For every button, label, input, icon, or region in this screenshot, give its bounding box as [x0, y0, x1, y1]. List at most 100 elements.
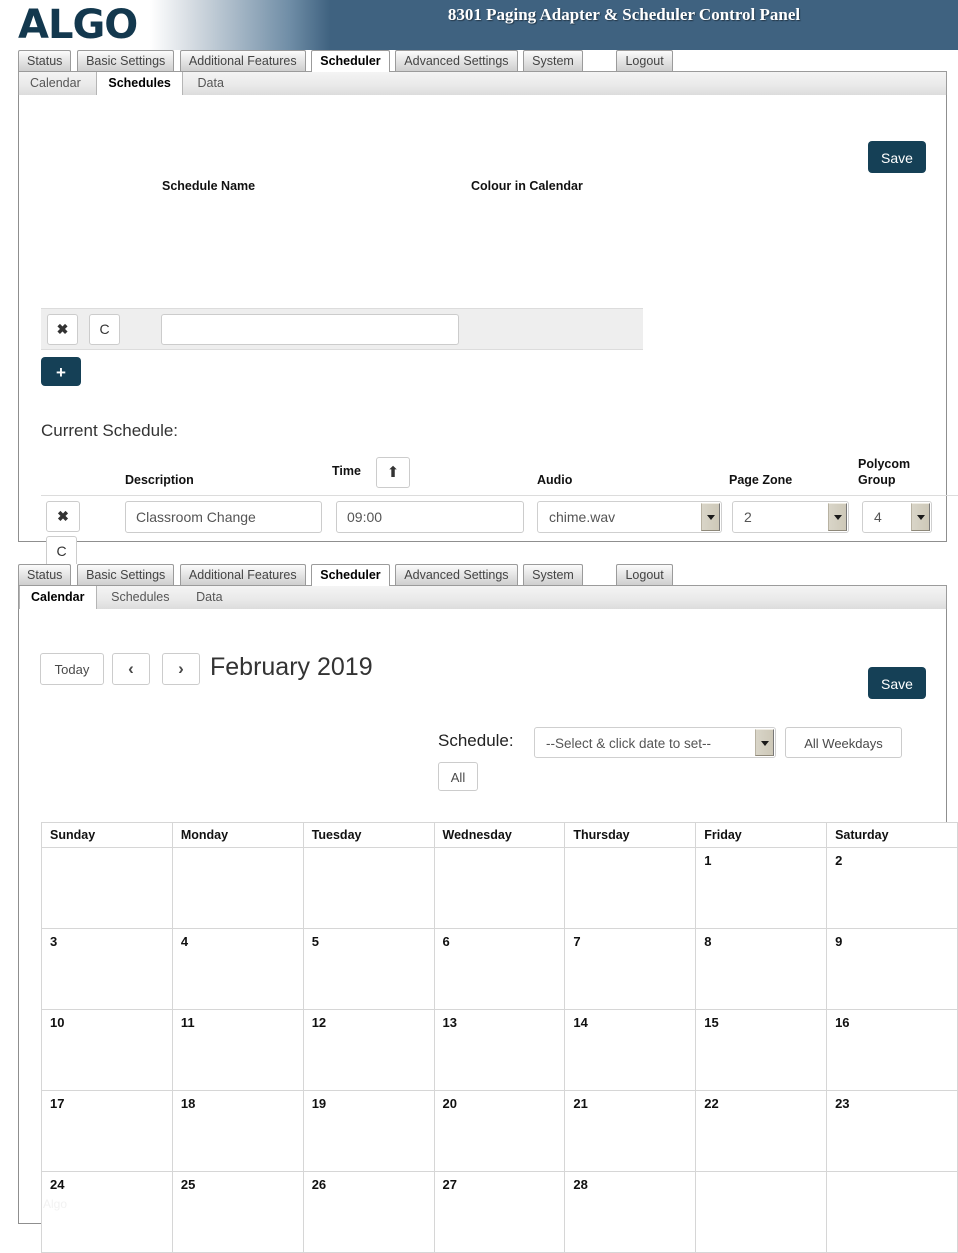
table-divider-top	[41, 495, 958, 496]
tab-basic-settings[interactable]: Basic Settings	[77, 50, 174, 71]
delete-schedule-icon[interactable]: ✖	[47, 314, 78, 345]
day-header-wednesday: Wednesday	[434, 823, 565, 848]
subtab-calendar-1[interactable]: Calendar	[19, 72, 93, 95]
schedule-name-input[interactable]	[161, 314, 459, 345]
column-header-time: Time	[332, 464, 361, 478]
calendar-day-cell[interactable]: 10	[42, 1010, 173, 1091]
calendar-day-cell[interactable]: 27	[434, 1172, 565, 1253]
subtab-schedules-1[interactable]: Schedules	[96, 72, 183, 95]
tab-system-2[interactable]: System	[523, 564, 583, 585]
all-weekdays-button[interactable]: All Weekdays	[785, 727, 902, 758]
tab-advanced-settings-2[interactable]: Advanced Settings	[395, 564, 517, 585]
tab-logout[interactable]: Logout	[616, 50, 672, 71]
calendar-day-cell[interactable]: 22	[696, 1091, 827, 1172]
subtab-schedules-2[interactable]: Schedules	[100, 586, 181, 609]
calendar-day-cell[interactable]: 5	[303, 929, 434, 1010]
copy-entry-button[interactable]: C	[46, 536, 77, 567]
calendar-day-cell[interactable]: 14	[565, 1010, 696, 1091]
chevron-down-icon[interactable]	[701, 503, 720, 531]
calendar-day-cell[interactable]: 20	[434, 1091, 565, 1172]
day-header-monday: Monday	[172, 823, 303, 848]
tab-system[interactable]: System	[523, 50, 583, 71]
calendar-day-cell[interactable]	[827, 1172, 958, 1253]
save-button-schedules[interactable]: Save	[868, 141, 926, 173]
copy-schedule-button[interactable]: C	[89, 314, 120, 345]
save-button-calendar[interactable]: Save	[868, 667, 926, 699]
today-button[interactable]: Today	[40, 653, 104, 685]
entry-audio-select[interactable]: chime.wav	[537, 501, 722, 533]
entry-polycom-group-select[interactable]: 4	[862, 501, 932, 533]
schedule-picker-select[interactable]: --Select & click date to set--	[534, 727, 776, 758]
all-button[interactable]: All	[438, 762, 478, 791]
column-header-schedule-name: Schedule Name	[162, 179, 255, 193]
tab-additional-features[interactable]: Additional Features	[180, 50, 306, 71]
tab-status-2[interactable]: Status	[18, 564, 71, 585]
calendar-week-row: 1 2	[42, 848, 958, 929]
tab-additional-features-2[interactable]: Additional Features	[180, 564, 306, 585]
calendar-day-cell[interactable]	[434, 848, 565, 929]
sort-time-ascending-icon[interactable]: ⬆	[376, 457, 410, 488]
calendar-day-cell[interactable]: 24	[42, 1172, 173, 1253]
calendar-week-row: 17 18 19 20 21 22 23	[42, 1091, 958, 1172]
calendar-day-cell[interactable]: 15	[696, 1010, 827, 1091]
entry-page-zone-select[interactable]: 2	[732, 501, 849, 533]
calendar-day-cell[interactable]: 4	[172, 929, 303, 1010]
delete-entry-icon[interactable]: ✖	[46, 501, 80, 532]
calendar-day-cell[interactable]: 19	[303, 1091, 434, 1172]
calendar-day-cell[interactable]: 8	[696, 929, 827, 1010]
tab-basic-settings-2[interactable]: Basic Settings	[77, 564, 174, 585]
schedules-panel: Save Schedule Name Colour in Calendar ✖ …	[18, 95, 947, 542]
calendar-day-cell[interactable]: 6	[434, 929, 565, 1010]
calendar-day-cell[interactable]: 1	[696, 848, 827, 929]
entry-polycom-group-value: 4	[874, 502, 882, 532]
calendar-day-cell[interactable]: 2	[827, 848, 958, 929]
column-header-audio: Audio	[537, 473, 572, 487]
calendar-day-cell[interactable]	[42, 848, 173, 929]
column-header-description: Description	[125, 473, 194, 487]
chevron-down-icon[interactable]	[828, 503, 847, 531]
entry-time-input[interactable]	[336, 501, 524, 533]
calendar-day-cell[interactable]: 18	[172, 1091, 303, 1172]
calendar-week-row: 10 11 12 13 14 15 16	[42, 1010, 958, 1091]
calendar-day-cell[interactable]: 9	[827, 929, 958, 1010]
day-header-sunday: Sunday	[42, 823, 173, 848]
calendar-day-cell[interactable]	[303, 848, 434, 929]
subtab-data-2[interactable]: Data	[185, 586, 234, 609]
entry-page-zone-value: 2	[744, 502, 752, 532]
next-month-icon[interactable]: ›	[162, 653, 200, 685]
calendar-day-cell[interactable]: 7	[565, 929, 696, 1010]
tab-status[interactable]: Status	[18, 50, 71, 71]
calendar-day-cell[interactable]	[565, 848, 696, 929]
tab-scheduler[interactable]: Scheduler	[311, 50, 389, 71]
previous-month-icon[interactable]: ‹	[112, 653, 150, 685]
entry-description-input[interactable]	[125, 501, 322, 533]
calendar-day-cell[interactable]: 26	[303, 1172, 434, 1253]
calendar-day-cell[interactable]: 28	[565, 1172, 696, 1253]
calendar-day-cell[interactable]	[696, 1172, 827, 1253]
calendar-day-cell[interactable]: 17	[42, 1091, 173, 1172]
tab-scheduler-2[interactable]: Scheduler	[311, 564, 389, 585]
calendar-day-cell[interactable]: 12	[303, 1010, 434, 1091]
tab-advanced-settings[interactable]: Advanced Settings	[395, 50, 517, 71]
main-tab-bar-2: Status Basic Settings Additional Feature…	[0, 564, 958, 586]
subtab-data-1[interactable]: Data	[187, 72, 236, 95]
calendar-day-cell[interactable]: 16	[827, 1010, 958, 1091]
day-header-tuesday: Tuesday	[303, 823, 434, 848]
chevron-down-icon[interactable]	[755, 729, 774, 756]
add-schedule-button[interactable]: +	[41, 357, 81, 386]
calendar-header-row: Sunday Monday Tuesday Wednesday Thursday…	[42, 823, 958, 848]
column-header-colour-in-calendar: Colour in Calendar	[471, 179, 583, 193]
day-header-saturday: Saturday	[827, 823, 958, 848]
calendar-day-cell[interactable]: 21	[565, 1091, 696, 1172]
calendar-day-cell[interactable]: 23	[827, 1091, 958, 1172]
calendar-day-cell[interactable]: 3	[42, 929, 173, 1010]
calendar-day-cell[interactable]: 11	[172, 1010, 303, 1091]
calendar-week-row: 24 25 26 27 28	[42, 1172, 958, 1253]
tab-logout-2[interactable]: Logout	[616, 564, 672, 585]
calendar-day-cell[interactable]: 13	[434, 1010, 565, 1091]
chevron-down-icon[interactable]	[911, 503, 930, 531]
calendar-day-cell[interactable]	[172, 848, 303, 929]
subtab-calendar-2[interactable]: Calendar	[19, 586, 97, 609]
calendar-day-cell[interactable]: 25	[172, 1172, 303, 1253]
app-header: ALGO 8301 Paging Adapter & Scheduler Con…	[0, 0, 958, 50]
